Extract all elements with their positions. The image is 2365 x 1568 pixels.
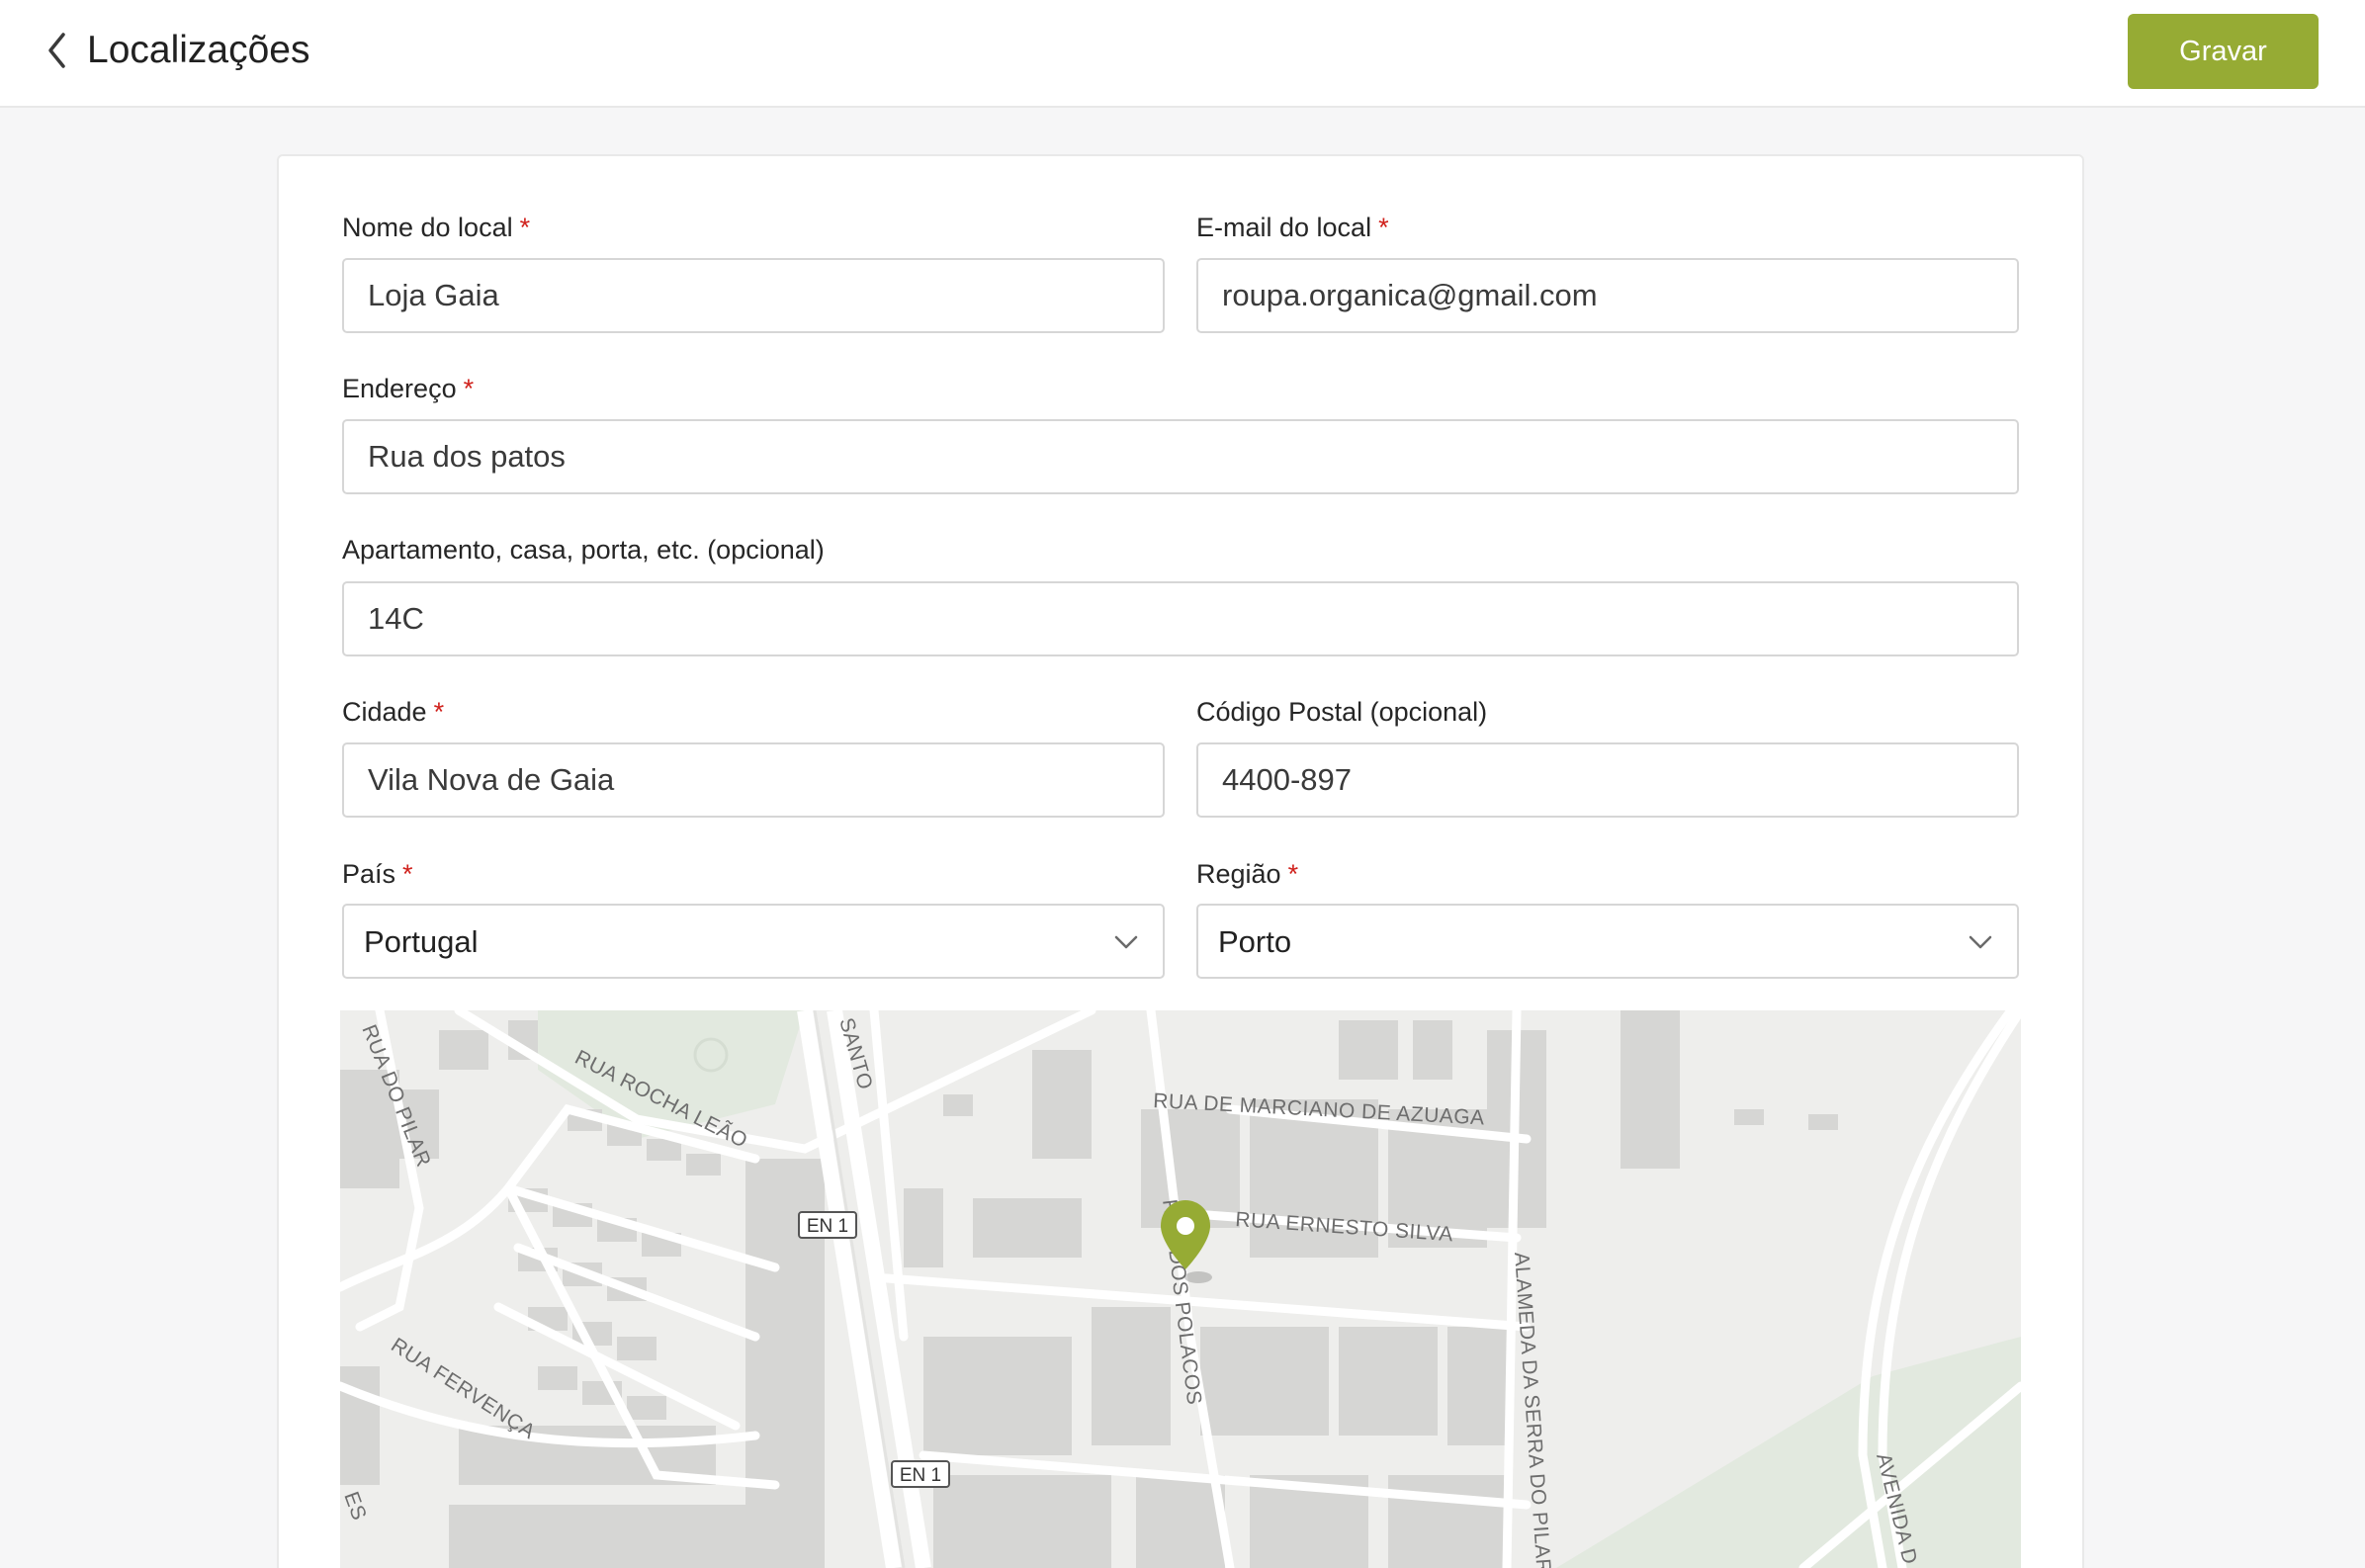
location-name-label: Nome do local *	[342, 213, 531, 242]
location-map[interactable]: RUA DO PILAR RUA ROCHA LEÃO SANTO RUA DE…	[340, 1010, 2021, 1568]
location-email-input[interactable]	[1198, 260, 2017, 331]
chevron-down-icon	[1969, 935, 1992, 949]
country-selected-value: Portugal	[364, 924, 479, 959]
city-label: Cidade *	[342, 697, 445, 727]
park-area	[1556, 1337, 2021, 1568]
street-label: ALAMEDA DA SERRA DO PILAR	[1510, 1252, 1555, 1568]
region-label: Região *	[1196, 859, 1299, 889]
postal-code-input[interactable]	[1198, 744, 2017, 816]
road-shield: EN 1	[798, 1211, 857, 1239]
location-email-field[interactable]	[1196, 258, 2019, 333]
map-canvas[interactable]: RUA DO PILAR RUA ROCHA LEÃO SANTO RUA DE…	[340, 1010, 2021, 1568]
street-label: ES	[340, 1489, 371, 1524]
postal-code-field[interactable]	[1196, 742, 2019, 818]
address-field[interactable]	[342, 419, 2019, 494]
road-shield-label: EN 1	[900, 1465, 941, 1486]
country-select[interactable]: Portugal	[342, 904, 1165, 979]
postal-code-label: Código Postal (opcional)	[1196, 697, 1488, 727]
city-input[interactable]	[344, 744, 1163, 816]
region-select[interactable]: Porto	[1196, 904, 2019, 979]
page-title: Localizações	[87, 29, 310, 71]
location-name-field[interactable]	[342, 258, 1165, 333]
location-name-input[interactable]	[344, 260, 1163, 331]
address-input[interactable]	[344, 421, 2017, 492]
road-shield-label: EN 1	[807, 1216, 848, 1237]
top-bar: Localizações Gravar	[0, 0, 2365, 108]
apartment-input[interactable]	[344, 583, 2017, 654]
location-email-label: E-mail do local *	[1196, 213, 1389, 242]
road-shield: EN 1	[891, 1460, 950, 1488]
apartment-label: Apartamento, casa, porta, etc. (opcional…	[342, 535, 825, 565]
chevron-down-icon	[1114, 935, 1138, 949]
apartment-field[interactable]	[342, 581, 2019, 656]
city-field[interactable]	[342, 742, 1165, 818]
region-selected-value: Porto	[1218, 924, 1292, 959]
country-label: País *	[342, 859, 413, 889]
chevron-left-icon	[48, 33, 65, 68]
save-button[interactable]: Gravar	[2128, 14, 2319, 89]
address-label: Endereço *	[342, 374, 475, 403]
back-button[interactable]	[40, 26, 75, 75]
